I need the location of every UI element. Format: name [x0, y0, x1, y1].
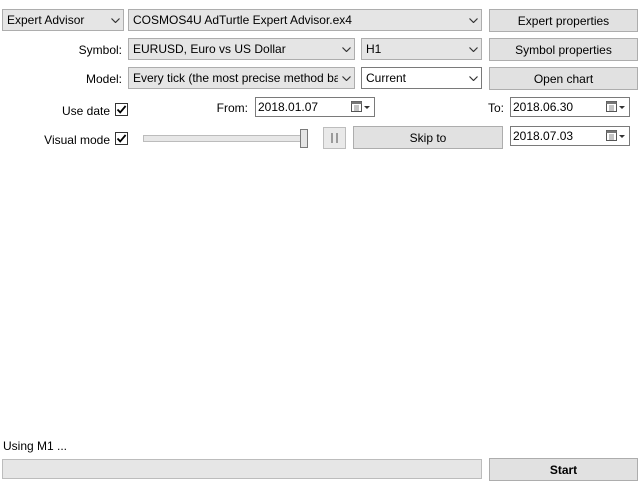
chevron-down-icon — [338, 68, 354, 88]
from-date-picker[interactable]: 2018.01.07 — [255, 97, 375, 117]
symbol-properties-button[interactable]: Symbol properties — [489, 38, 638, 61]
start-button[interactable]: Start — [489, 458, 638, 481]
chevron-down-icon — [465, 68, 481, 88]
calendar-icon — [606, 130, 626, 142]
model-select[interactable]: Every tick (the most precise method base… — [128, 67, 355, 89]
period-select[interactable]: H1 — [361, 38, 482, 60]
visual-mode-label: Visual mode — [44, 133, 110, 147]
visual-speed-slider-track[interactable] — [143, 135, 308, 142]
pause-icon — [331, 133, 338, 143]
chevron-down-icon — [465, 10, 481, 30]
symbol-value: EURUSD, Euro vs US Dollar — [133, 42, 286, 56]
calendar-icon — [606, 101, 626, 113]
to-date-picker[interactable]: 2018.06.30 — [510, 97, 630, 117]
model-value: Every tick (the most precise method base… — [133, 71, 338, 85]
from-date-value: 2018.01.07 — [258, 100, 319, 114]
skip-to-date-value: 2018.07.03 — [513, 129, 574, 143]
use-date-checkbox[interactable] — [115, 103, 128, 116]
expert-value: COSMOS4U AdTurtle Expert Advisor.ex4 — [133, 13, 352, 27]
skip-to-date-picker[interactable]: 2018.07.03 — [510, 126, 630, 146]
spread-select[interactable]: Current — [361, 67, 482, 89]
to-label: To: — [487, 101, 504, 115]
pause-button[interactable] — [323, 127, 346, 149]
chevron-down-icon — [338, 39, 354, 59]
period-value: H1 — [366, 42, 382, 56]
spread-value: Current — [366, 71, 407, 85]
visual-mode-checkbox[interactable] — [115, 132, 128, 145]
tester-type-select[interactable]: Expert Advisor — [2, 9, 124, 31]
from-label: From: — [216, 101, 248, 115]
checkmark-icon — [116, 105, 127, 114]
open-chart-button[interactable]: Open chart — [489, 67, 638, 90]
symbol-select[interactable]: EURUSD, Euro vs US Dollar — [128, 38, 355, 60]
tester-type-value: Expert Advisor — [7, 13, 85, 27]
visual-speed-slider-thumb[interactable] — [300, 129, 308, 148]
progress-bar — [2, 459, 482, 479]
chevron-down-icon — [107, 10, 123, 30]
status-text: Using M1 ... — [3, 439, 68, 453]
to-date-value: 2018.06.30 — [513, 100, 574, 114]
expert-select[interactable]: COSMOS4U AdTurtle Expert Advisor.ex4 — [128, 9, 482, 31]
skip-to-button[interactable]: Skip to — [353, 126, 503, 149]
model-label: Model: — [85, 72, 122, 86]
checkmark-icon — [116, 134, 127, 143]
calendar-icon — [351, 101, 371, 113]
expert-properties-button[interactable]: Expert properties — [489, 9, 638, 32]
chevron-down-icon — [465, 39, 481, 59]
use-date-label: Use date — [61, 104, 110, 118]
symbol-label: Symbol: — [78, 43, 122, 57]
